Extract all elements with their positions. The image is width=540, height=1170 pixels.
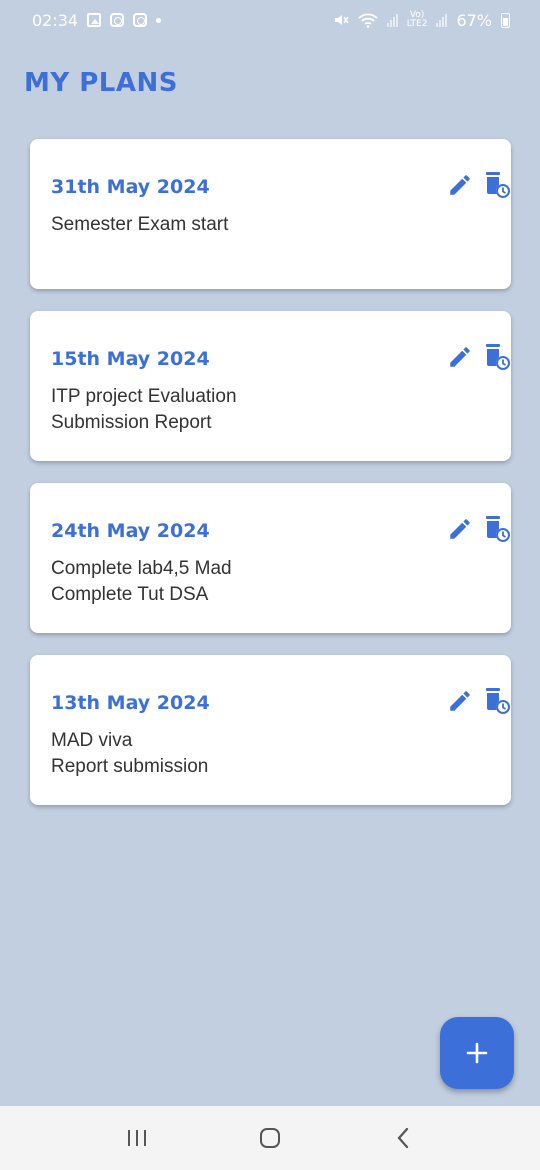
plans-list: 31th May 2024 Semester Exam start 15th M… (30, 139, 511, 827)
page-title: MY PLANS (24, 68, 178, 98)
delete-clock-icon (486, 688, 510, 714)
pencil-icon (450, 691, 470, 711)
plan-date: 31th May 2024 (51, 176, 210, 198)
instagram-notification-icon (110, 13, 125, 27)
home-button[interactable] (250, 1118, 290, 1158)
plan-card[interactable]: 31th May 2024 Semester Exam start (30, 139, 511, 289)
status-time: 02:34 (32, 10, 79, 30)
instagram-notification-icon-2 (133, 13, 148, 27)
plan-date: 13th May 2024 (51, 692, 210, 714)
plan-card[interactable]: 13th May 2024 MAD viva Report submission (30, 655, 511, 805)
plan-text: MAD viva Report submission (51, 730, 209, 777)
delete-clock-icon (486, 172, 510, 198)
delete-clock-icon (486, 516, 510, 542)
lte-indicator: Vo) LTE2 (407, 11, 428, 29)
lte-bottom: LTE2 (406, 19, 428, 29)
back-button[interactable] (383, 1118, 423, 1158)
edit-button[interactable] (447, 516, 473, 542)
pencil-icon (450, 347, 470, 367)
signal-icon-2 (436, 13, 448, 27)
plus-icon (466, 1042, 488, 1064)
plan-text: Semester Exam start (51, 214, 229, 235)
edit-button[interactable] (447, 172, 473, 198)
edit-button[interactable] (447, 688, 473, 714)
delete-clock-icon (486, 344, 510, 370)
plan-card[interactable]: 24th May 2024 Complete lab4,5 Mad Comple… (30, 483, 511, 633)
battery-percent: 67% (456, 10, 492, 30)
add-plan-button[interactable] (440, 1017, 514, 1089)
plan-date: 24th May 2024 (51, 520, 210, 542)
battery-icon (501, 12, 510, 28)
more-notifications-icon (156, 17, 162, 23)
pencil-icon (450, 175, 470, 195)
recent-apps-button[interactable] (117, 1118, 157, 1158)
mute-icon (334, 15, 349, 25)
plan-text: Complete lab4,5 Mad Complete Tut DSA (51, 558, 232, 605)
system-nav-bar (0, 1106, 540, 1170)
recent-apps-icon (127, 1130, 146, 1146)
delete-button[interactable] (483, 514, 513, 544)
edit-button[interactable] (447, 344, 473, 370)
plan-card[interactable]: 15th May 2024 ITP project Evaluation Sub… (30, 311, 511, 461)
home-icon (259, 1128, 280, 1148)
back-icon (397, 1127, 409, 1149)
status-bar: 02:34 Vo) LTE2 67% (0, 0, 540, 40)
status-right: Vo) LTE2 67% (333, 11, 510, 30)
delete-button[interactable] (483, 342, 513, 372)
pencil-icon (450, 519, 470, 539)
delete-button[interactable] (483, 170, 513, 200)
signal-icon (386, 13, 398, 27)
plan-text: ITP project Evaluation Submission Report (51, 386, 237, 433)
plan-date: 15th May 2024 (51, 348, 210, 370)
wifi-icon (358, 13, 378, 28)
status-left: 02:34 (32, 10, 162, 30)
delete-button[interactable] (483, 686, 513, 716)
gallery-notification-icon (87, 13, 102, 27)
